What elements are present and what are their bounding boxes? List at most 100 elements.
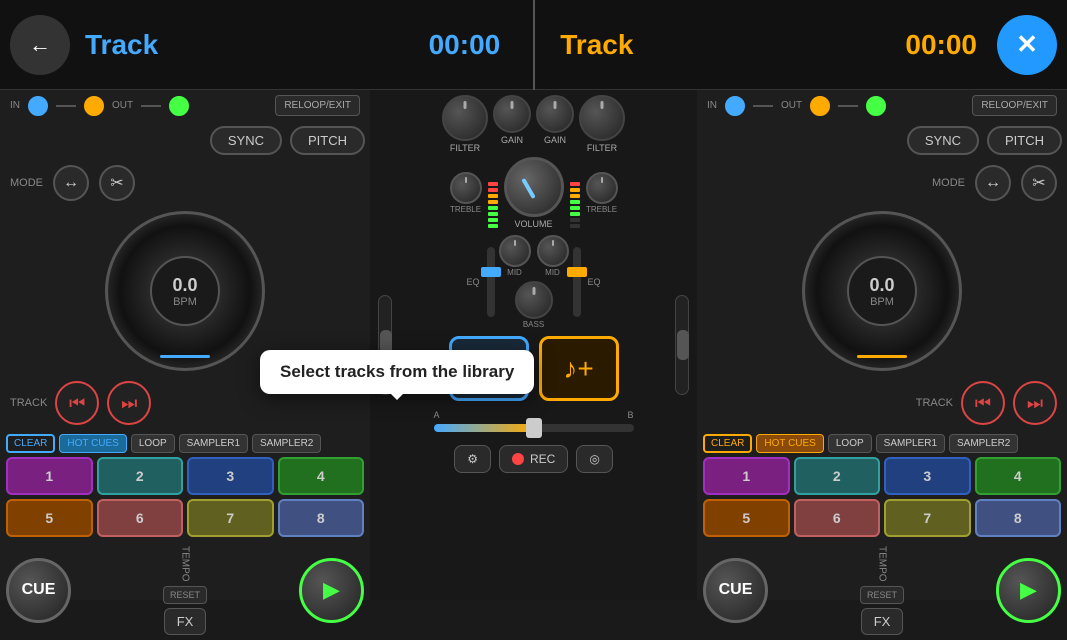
right-pad-4[interactable]: 4 xyxy=(975,457,1062,495)
right-cue-button[interactable]: CUE xyxy=(703,558,768,623)
left-in-dot[interactable] xyxy=(28,96,48,116)
left-turntable[interactable]: 0.0 BPM xyxy=(105,211,265,371)
right-treble-knob[interactable] xyxy=(586,172,618,204)
right-sampler2-tab[interactable]: SAMPLER2 xyxy=(949,434,1018,453)
right-filter-knob[interactable] xyxy=(579,95,625,141)
left-sampler1-tab[interactable]: SAMPLER1 xyxy=(179,434,248,453)
right-sync-button[interactable]: SYNC xyxy=(907,126,979,155)
volume-knob[interactable] xyxy=(504,157,564,217)
right-ch-fader-handle[interactable] xyxy=(567,267,587,277)
crossfader-handle[interactable] xyxy=(526,418,542,438)
bass-group: BASS xyxy=(515,281,553,329)
left-cue-button[interactable]: CUE xyxy=(6,558,71,623)
left-pad-7[interactable]: 7 xyxy=(187,499,274,537)
right-next-button[interactable]: ⏭ xyxy=(1013,381,1057,425)
right-add-track-button[interactable]: ♪+ xyxy=(539,336,619,401)
left-pitch-button[interactable]: PITCH xyxy=(290,126,365,155)
left-pads-section: CLEAR HOT CUES LOOP SAMPLER1 SAMPLER2 xyxy=(0,430,370,541)
left-gain-knob[interactable] xyxy=(493,95,531,133)
left-treble-knob[interactable] xyxy=(450,172,482,204)
right-pad-5[interactable]: 5 xyxy=(703,499,790,537)
right-green-dot[interactable] xyxy=(866,96,886,116)
close-icon: ✕ xyxy=(1016,29,1038,60)
right-gain-knob[interactable] xyxy=(536,95,574,133)
right-pad-2[interactable]: 2 xyxy=(794,457,881,495)
left-turntable-center: 0.0 BPM xyxy=(150,256,220,326)
back-button[interactable]: ← xyxy=(10,15,70,75)
left-loop-tab[interactable]: LOOP xyxy=(131,434,175,453)
vu-seg xyxy=(488,182,498,186)
left-green-dot[interactable] xyxy=(169,96,189,116)
left-ch-fader-handle[interactable] xyxy=(481,267,501,277)
left-fx-button[interactable]: FX xyxy=(164,608,207,635)
right-pad-7[interactable]: 7 xyxy=(884,499,971,537)
vu-seg xyxy=(570,212,580,216)
right-hot-cues-tab[interactable]: HOT CUES xyxy=(756,434,824,453)
right-reset-button[interactable]: RESET xyxy=(860,586,904,604)
left-tempo-label: TEMPO xyxy=(180,546,191,582)
right-prev-button[interactable]: ⏮ xyxy=(961,381,1005,425)
right-mode-icon-arrows[interactable]: ↔ xyxy=(975,165,1011,201)
right-pitch-fader[interactable] xyxy=(675,295,689,395)
left-pad-1[interactable]: 1 xyxy=(6,457,93,495)
track-label-left: Track xyxy=(80,29,429,61)
crossfader-track[interactable] xyxy=(434,424,634,432)
right-ch-fader-track[interactable] xyxy=(573,247,581,317)
right-play-button[interactable]: ▶ xyxy=(996,558,1061,623)
right-in-dot[interactable] xyxy=(725,96,745,116)
left-ch-fader-track[interactable] xyxy=(487,247,495,317)
right-mid-knob[interactable] xyxy=(537,235,569,267)
right-out-dot[interactable] xyxy=(810,96,830,116)
crossfader-fill xyxy=(434,424,534,432)
right-pad-1[interactable]: 1 xyxy=(703,457,790,495)
left-out-dot[interactable] xyxy=(84,96,104,116)
left-pad-3[interactable]: 3 xyxy=(187,457,274,495)
left-play-button[interactable]: ▶ xyxy=(299,558,364,623)
left-hot-cues-tab[interactable]: HOT CUES xyxy=(59,434,127,453)
left-pad-2[interactable]: 2 xyxy=(97,457,184,495)
left-mode-icon-arrows[interactable]: ↔ xyxy=(53,165,89,201)
bass-knob[interactable] xyxy=(515,281,553,319)
right-fx-button[interactable]: FX xyxy=(861,608,904,635)
left-pad-6[interactable]: 6 xyxy=(97,499,184,537)
right-track-row: ⏭ ⏮ TRACK xyxy=(697,376,1067,430)
right-mode-icon-scissors[interactable]: ✂ xyxy=(1021,165,1057,201)
mixer-rec-button[interactable]: REC xyxy=(499,445,568,473)
close-button[interactable]: ✕ xyxy=(997,15,1057,75)
right-reloop-button[interactable]: RELOOP/EXIT xyxy=(972,95,1057,116)
mixer-bottom-buttons: ⚙ REC ◎ xyxy=(449,440,618,478)
right-pads-top: CLEAR HOT CUES LOOP SAMPLER1 SAMPLER2 xyxy=(703,434,1061,453)
vu-seg xyxy=(488,206,498,210)
right-turntable[interactable]: 0.0 BPM xyxy=(802,211,962,371)
left-io-line2 xyxy=(141,105,161,107)
right-loop-tab[interactable]: LOOP xyxy=(828,434,872,453)
vu-seg xyxy=(570,194,580,198)
right-pad-6[interactable]: 6 xyxy=(794,499,881,537)
right-clear-button[interactable]: CLEAR xyxy=(703,434,752,453)
right-pad-3[interactable]: 3 xyxy=(884,457,971,495)
right-pitch-button[interactable]: PITCH xyxy=(987,126,1062,155)
left-mode-icon-scissors[interactable]: ✂ xyxy=(99,165,135,201)
track-label-right: Track xyxy=(530,29,633,61)
right-sampler1-tab[interactable]: SAMPLER1 xyxy=(876,434,945,453)
left-prev-button[interactable]: ⏮ xyxy=(55,381,99,425)
left-reloop-button[interactable]: RELOOP/EXIT xyxy=(275,95,360,116)
right-turntable-wrap: 0.0 BPM xyxy=(697,206,1067,376)
left-sampler2-tab[interactable]: SAMPLER2 xyxy=(252,434,321,453)
left-mid-knob[interactable] xyxy=(499,235,531,267)
right-pad-8[interactable]: 8 xyxy=(975,499,1062,537)
left-pad-8[interactable]: 8 xyxy=(278,499,365,537)
mixer: FILTER GAIN GAIN FILTER xyxy=(400,90,667,600)
left-next-button[interactable]: ⏭ xyxy=(107,381,151,425)
left-filter-label: FILTER xyxy=(450,143,480,153)
left-filter-knob[interactable] xyxy=(442,95,488,141)
rec-label: REC xyxy=(530,452,555,466)
left-pad-5[interactable]: 5 xyxy=(6,499,93,537)
left-sync-button[interactable]: SYNC xyxy=(210,126,282,155)
left-pad-4[interactable]: 4 xyxy=(278,457,365,495)
mixer-adjust-button[interactable]: ⚙ xyxy=(454,445,491,473)
left-clear-button[interactable]: CLEAR xyxy=(6,434,55,453)
vu-seg xyxy=(488,224,498,228)
left-reset-button[interactable]: RESET xyxy=(163,586,207,604)
mixer-target-button[interactable]: ◎ xyxy=(576,445,612,473)
